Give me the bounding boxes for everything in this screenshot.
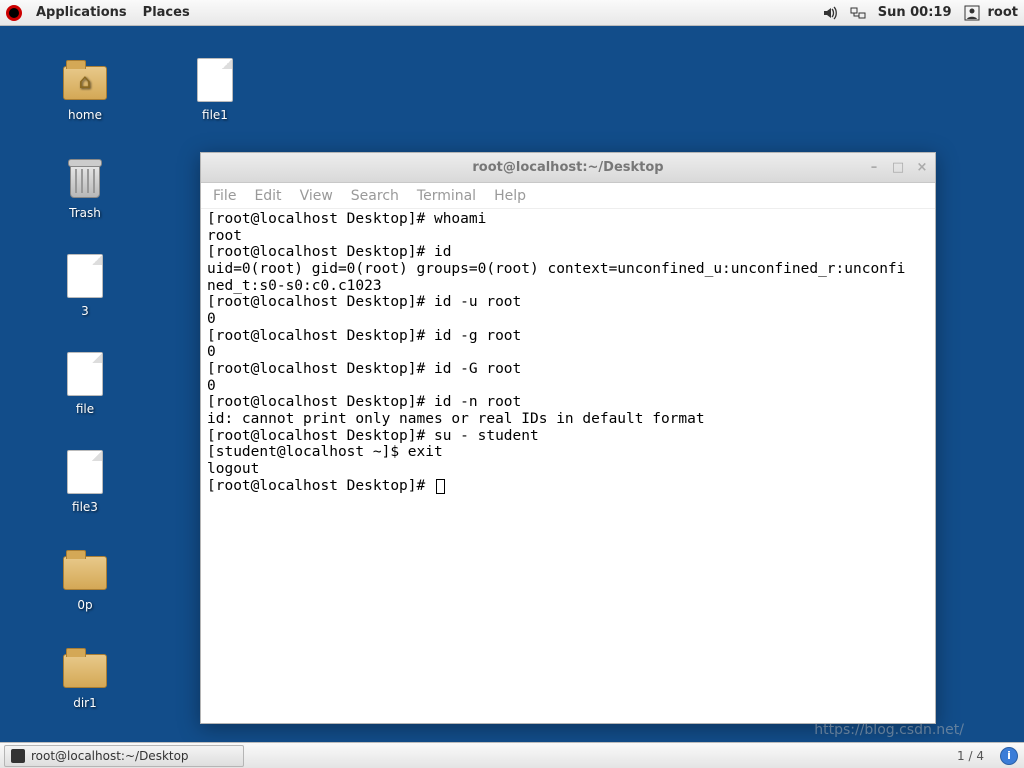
bottom-panel: root@localhost:~/Desktop 1 / 4 i xyxy=(0,742,1024,768)
taskbar-terminal-button[interactable]: root@localhost:~/Desktop xyxy=(4,745,244,767)
close-button[interactable]: × xyxy=(915,161,929,175)
menu-terminal[interactable]: Terminal xyxy=(417,188,476,204)
icon-label: file1 xyxy=(170,108,260,122)
window-title: root@localhost:~/Desktop xyxy=(472,160,663,175)
folder-icon xyxy=(63,556,107,590)
places-menu[interactable]: Places xyxy=(135,5,198,20)
desktop-icon-file1[interactable]: file1 xyxy=(170,56,260,122)
file-icon xyxy=(67,450,103,494)
network-icon[interactable] xyxy=(850,5,866,21)
terminal-menubar: File Edit View Search Terminal Help xyxy=(201,183,935,209)
top-panel: Applications Places Sun 00:19 root xyxy=(0,0,1024,26)
home-folder-icon xyxy=(63,66,107,100)
file-icon xyxy=(197,58,233,102)
terminal-output[interactable]: [root@localhost Desktop]# whoami root [r… xyxy=(201,209,935,723)
menu-view[interactable]: View xyxy=(300,188,333,204)
icon-label: file3 xyxy=(40,500,130,514)
user-menu[interactable]: root xyxy=(964,5,1019,21)
window-titlebar[interactable]: root@localhost:~/Desktop – □ × xyxy=(201,153,935,183)
maximize-button[interactable]: □ xyxy=(891,161,905,175)
volume-icon[interactable] xyxy=(822,5,838,21)
info-icon[interactable]: i xyxy=(1000,747,1018,765)
trash-icon xyxy=(70,164,100,198)
distro-logo-icon xyxy=(6,5,22,21)
file-icon xyxy=(67,254,103,298)
minimize-button[interactable]: – xyxy=(867,161,881,175)
icon-label: Trash xyxy=(40,206,130,220)
icon-label: 3 xyxy=(40,304,130,318)
menu-edit[interactable]: Edit xyxy=(254,188,281,204)
desktop-icon-dir1[interactable]: dir1 xyxy=(40,644,130,710)
system-tray: Sun 00:19 root xyxy=(822,5,1018,21)
folder-icon xyxy=(63,654,107,688)
icon-label: home xyxy=(40,108,130,122)
desktop-icon-0p[interactable]: 0p xyxy=(40,546,130,612)
desktop-icon-3[interactable]: 3 xyxy=(40,252,130,318)
task-label: root@localhost:~/Desktop xyxy=(31,749,189,763)
menu-file[interactable]: File xyxy=(213,188,236,204)
terminal-icon xyxy=(11,749,25,763)
desktop-icon-file3[interactable]: file3 xyxy=(40,448,130,514)
applications-menu[interactable]: Applications xyxy=(28,5,135,20)
desktop[interactable]: home file1 Trash 3 file file3 0p dir1 ro… xyxy=(0,26,1024,742)
terminal-window[interactable]: root@localhost:~/Desktop – □ × File Edit… xyxy=(200,152,936,724)
file-icon xyxy=(67,352,103,396)
desktop-icon-trash[interactable]: Trash xyxy=(40,154,130,220)
desktop-icon-file[interactable]: file xyxy=(40,350,130,416)
icon-label: 0p xyxy=(40,598,130,612)
icon-label: file xyxy=(40,402,130,416)
workspace-indicator[interactable]: 1 / 4 xyxy=(947,749,994,763)
menu-help[interactable]: Help xyxy=(494,188,526,204)
icon-label: dir1 xyxy=(40,696,130,710)
clock[interactable]: Sun 00:19 xyxy=(878,5,952,20)
menu-search[interactable]: Search xyxy=(351,188,399,204)
desktop-icon-home[interactable]: home xyxy=(40,56,130,122)
